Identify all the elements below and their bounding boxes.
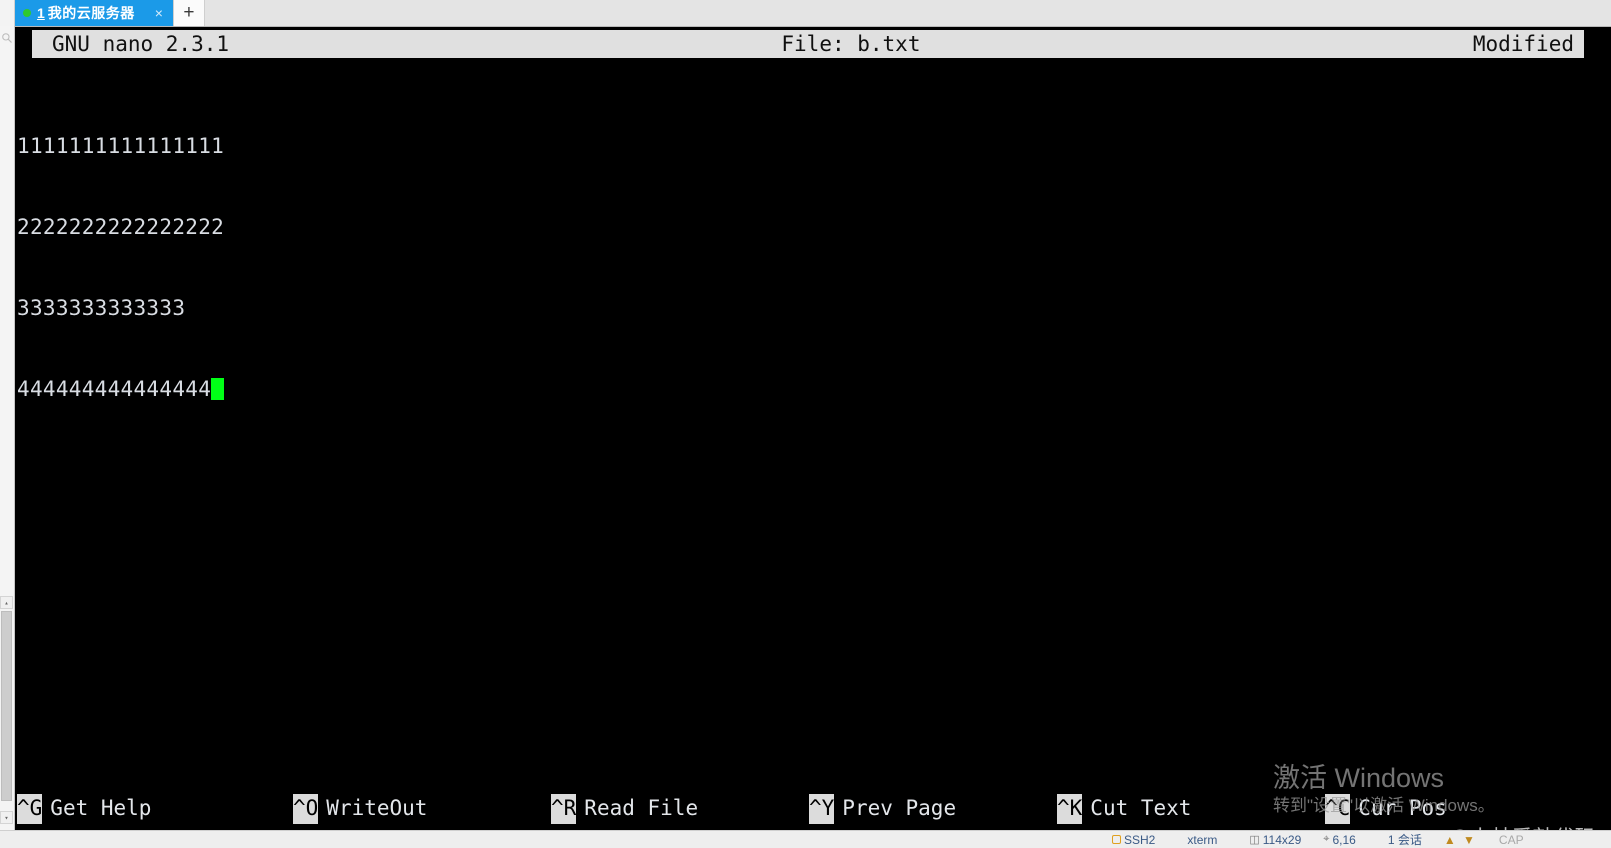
- shortcut-row: ^G Get Help ^O WriteOut ^R Read File ^Y Prev…: [17, 793, 1607, 824]
- left-sidebar-rail: ▴ ▾: [0, 26, 15, 830]
- shortcut-label: Prev Page: [842, 796, 957, 820]
- terminal-pane[interactable]: GNU nano 2.3.1 File: b.txt Modified 1111…: [15, 27, 1611, 830]
- status-transfer-indicator: ▲ ▼: [1443, 832, 1477, 847]
- tab-title-label: 我的云服务器: [47, 5, 135, 21]
- shortcut-key: ^R: [551, 793, 577, 824]
- status-terminal-type-label: xterm: [1187, 832, 1218, 847]
- text-cursor: [211, 378, 225, 400]
- nano-editor: GNU nano 2.3.1 File: b.txt Modified 1111…: [15, 27, 1611, 830]
- shortcut-label: Read File: [584, 796, 699, 820]
- nano-shortcut-bar: ^G Get Help ^O WriteOut ^R Read File ^Y Prev…: [17, 741, 1607, 830]
- shortcut-label: Cut Text: [1090, 796, 1192, 820]
- status-window-size-label: 114x29: [1262, 832, 1302, 847]
- cursor-icon: ⌖: [1323, 833, 1330, 845]
- shortcut-key: ^O: [293, 793, 319, 824]
- tab-my-cloud-server[interactable]: 1 我的云服务器 ×: [15, 0, 173, 26]
- tab-status-dot: [23, 9, 31, 17]
- buffer-line: 2222222222222222: [17, 214, 1607, 241]
- status-protocol: SSH2: [1112, 833, 1155, 847]
- shortcut-get-help[interactable]: ^G Get Help: [17, 793, 293, 824]
- status-session-count: 1 会话: [1388, 831, 1422, 848]
- nano-version-label: GNU nano 2.3.1: [52, 32, 230, 56]
- shortcut-read-file[interactable]: ^R Read File: [551, 793, 809, 824]
- buffer-line-text: 3333333333333: [17, 296, 186, 320]
- shortcut-label: WriteOut: [326, 796, 428, 820]
- shortcut-key: ^C: [1325, 793, 1351, 824]
- nano-filename-label: File: b.txt: [781, 32, 921, 56]
- shortcut-key: ^K: [1057, 793, 1083, 824]
- status-terminal-type: xterm: [1187, 833, 1217, 847]
- status-protocol-label: SSH2: [1124, 832, 1156, 847]
- status-cursor-position: ⌖ 6,16: [1323, 833, 1356, 847]
- shortcut-writeout[interactable]: ^O WriteOut: [293, 793, 551, 824]
- tab-bar: 1 我的云服务器 × +: [0, 0, 1611, 27]
- buffer-line: 3333333333333: [17, 295, 1607, 322]
- status-cursor-position-label: 6,16: [1332, 832, 1356, 847]
- buffer-line: 444444444444444: [17, 376, 1607, 403]
- lock-icon: [1112, 835, 1121, 844]
- shortcut-label: Get Help: [50, 796, 152, 820]
- grid-icon: ◫: [1249, 834, 1260, 846]
- tab-bar-left-gap: [0, 0, 15, 26]
- shortcut-key: ^G: [17, 793, 43, 824]
- buffer-line-text: 1111111111111111: [17, 134, 225, 158]
- new-tab-button[interactable]: +: [172, 0, 205, 26]
- nano-modified-label: Modified: [1472, 32, 1574, 56]
- shortcut-cur-pos[interactable]: ^C Cur Pos: [1325, 793, 1585, 824]
- shortcut-label: Cur Pos: [1358, 796, 1447, 820]
- scrollbar-thumb[interactable]: [1, 611, 12, 801]
- tab-bar-filler: [204, 0, 1611, 26]
- shortcut-prev-page[interactable]: ^Y Prev Page: [809, 793, 1057, 824]
- xshell-window: 1 我的云服务器 × + ▴ ▾ GNU nano 2.3.1 File: b.…: [0, 0, 1611, 848]
- status-session-count-label: 1 会话: [1387, 833, 1422, 847]
- nano-text-buffer[interactable]: 1111111111111111 2222222222222222 333333…: [17, 79, 1607, 457]
- tab-index-label: 1: [37, 5, 45, 21]
- magnifier-icon[interactable]: [1, 30, 13, 44]
- buffer-line-text: 444444444444444: [17, 377, 212, 401]
- scrollbar-down-arrow[interactable]: ▾: [0, 811, 13, 824]
- buffer-line: 1111111111111111: [17, 133, 1607, 160]
- shortcut-cut-text[interactable]: ^K Cut Text: [1057, 793, 1325, 824]
- status-window-size: ◫ 114x29: [1249, 833, 1301, 847]
- status-caps-lock: CAP: [1498, 832, 1524, 847]
- close-icon[interactable]: ×: [151, 6, 167, 20]
- nano-title-bar: GNU nano 2.3.1 File: b.txt Modified: [32, 30, 1584, 58]
- buffer-line-text: 2222222222222222: [17, 215, 225, 239]
- shortcut-key: ^Y: [809, 793, 835, 824]
- scrollbar-up-arrow[interactable]: ▴: [0, 596, 13, 609]
- status-bar: SSH2 xterm ◫ 114x29 ⌖ 6,16 1 会话 ▲ ▼ CAP: [0, 830, 1611, 848]
